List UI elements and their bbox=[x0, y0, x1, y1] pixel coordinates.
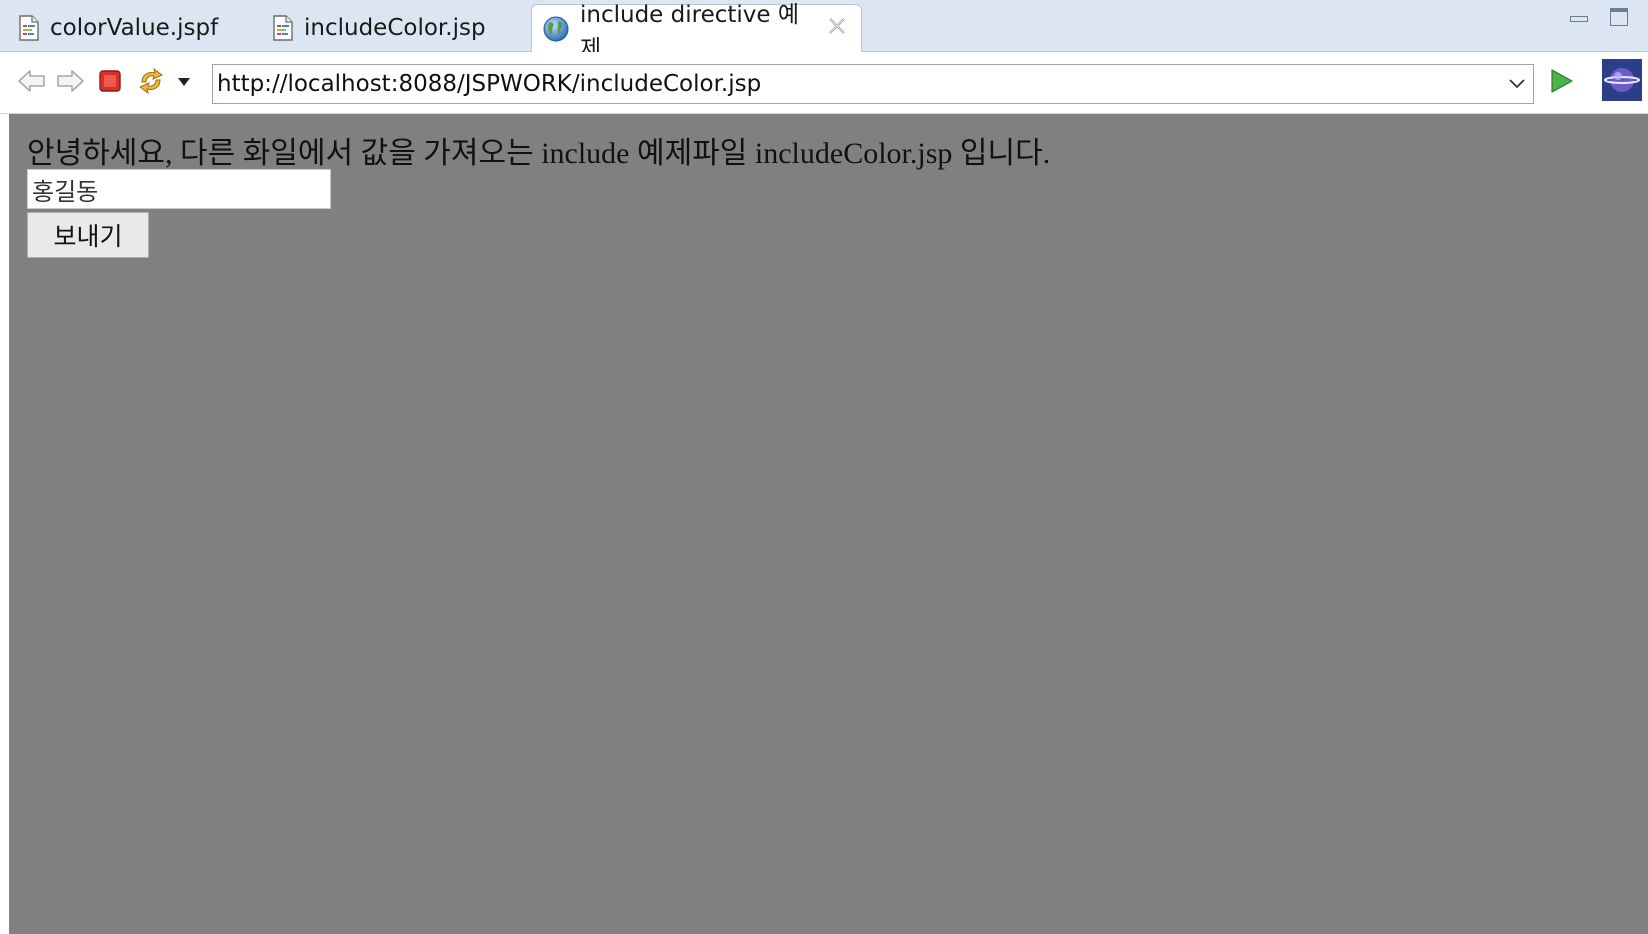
tab-include-directive[interactable]: include directive 예제 bbox=[531, 2, 862, 62]
address-bar[interactable] bbox=[212, 64, 1534, 104]
globe-icon bbox=[542, 15, 570, 43]
maximize-icon[interactable] bbox=[1610, 6, 1630, 26]
browser-toolbar bbox=[0, 52, 1648, 114]
jsp-file-icon bbox=[272, 15, 294, 41]
stop-icon bbox=[98, 69, 122, 98]
history-dropdown-button[interactable] bbox=[168, 66, 200, 100]
forward-arrow-icon bbox=[55, 68, 85, 99]
window-controls bbox=[1570, 6, 1648, 36]
stop-button[interactable] bbox=[93, 66, 127, 100]
viewport-left-edge bbox=[0, 114, 9, 934]
dropdown-triangle-icon bbox=[177, 74, 191, 92]
tab-label: includeColor.jsp bbox=[304, 15, 486, 41]
url-input[interactable] bbox=[213, 65, 1501, 103]
name-input[interactable] bbox=[27, 169, 331, 209]
chevron-down-icon[interactable] bbox=[1501, 78, 1533, 90]
tab-includecolor-jsp[interactable]: includeColor.jsp bbox=[254, 4, 514, 52]
page-message: 안녕하세요, 다른 화일에서 값을 가져오는 include 예제파일 incl… bbox=[27, 137, 1051, 170]
forward-button[interactable] bbox=[53, 66, 87, 100]
tab-label: colorValue.jspf bbox=[50, 15, 219, 41]
back-arrow-icon bbox=[17, 68, 47, 99]
close-tab-icon[interactable] bbox=[827, 16, 847, 42]
minimize-icon[interactable] bbox=[1570, 6, 1590, 26]
play-arrow-icon bbox=[1548, 68, 1574, 99]
go-button[interactable] bbox=[1544, 66, 1578, 100]
page-viewport: 안녕하세요, 다른 화일에서 값을 가져오는 include 예제파일 incl… bbox=[0, 114, 1648, 934]
tab-colorvalue-jspf[interactable]: colorValue.jspf bbox=[0, 4, 250, 52]
browser-logo bbox=[1602, 58, 1642, 106]
send-button[interactable]: 보내기 bbox=[27, 212, 149, 258]
refresh-button[interactable] bbox=[134, 66, 168, 100]
back-button[interactable] bbox=[15, 66, 49, 100]
jsp-file-icon bbox=[18, 15, 40, 41]
refresh-icon bbox=[136, 66, 166, 101]
editor-tab-bar: colorValue.jspf includeColor.jsp include… bbox=[0, 0, 1648, 62]
eclipse-browser-icon bbox=[1602, 58, 1642, 106]
